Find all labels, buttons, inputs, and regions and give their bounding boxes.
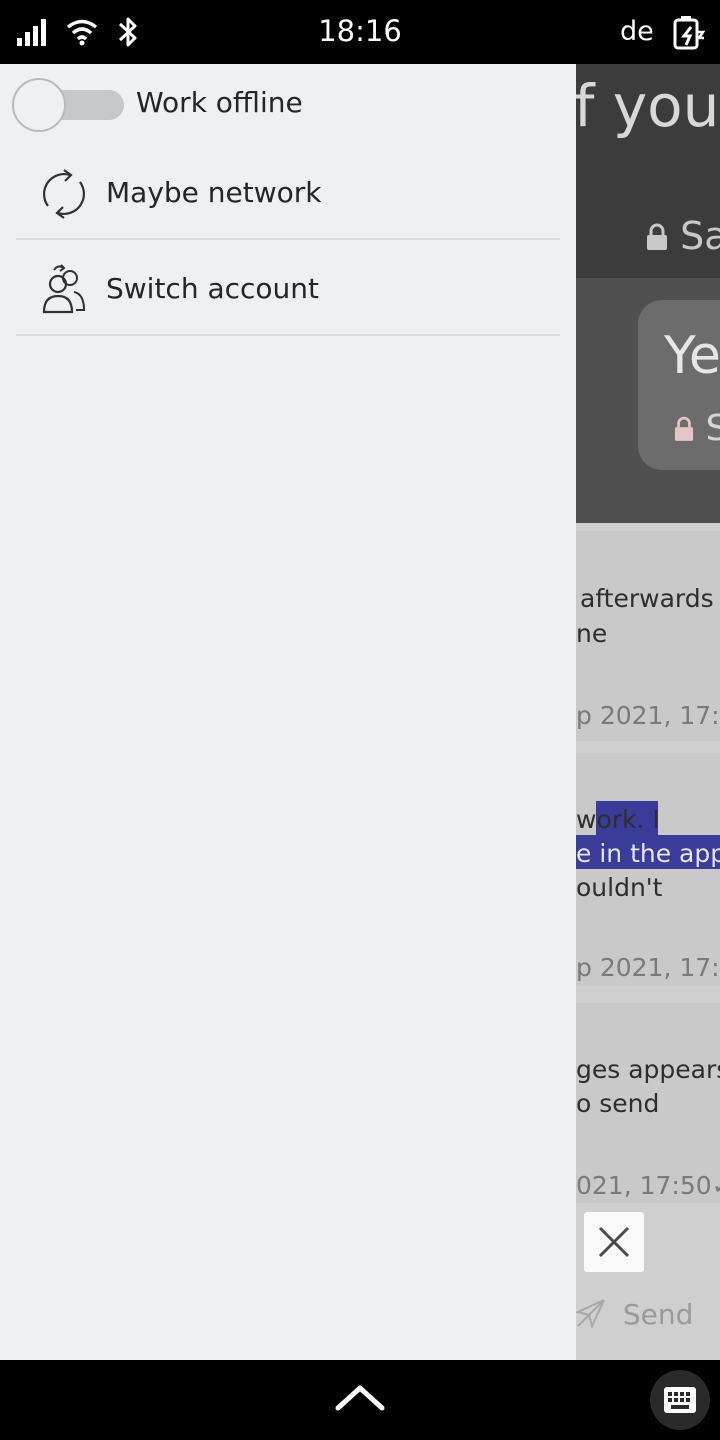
lock-icon xyxy=(674,416,694,441)
close-button[interactable] xyxy=(584,1212,644,1272)
message-text: ne xyxy=(576,619,608,648)
header-lock-text: Sa xyxy=(680,214,720,258)
message-text: work. I xyxy=(576,805,660,834)
message-bubble: Ye S xyxy=(638,300,720,470)
maybe-network-label: Maybe network xyxy=(106,176,322,209)
keyboard-icon xyxy=(664,1387,696,1413)
switch-account-label: Switch account xyxy=(106,272,320,305)
work-offline-toggle[interactable] xyxy=(12,78,124,132)
message-item: afterwards ne p 2021, 17:4 xyxy=(576,531,720,741)
message-text-selected: e in the app, xyxy=(576,839,720,868)
header-title-fragment: f you c xyxy=(576,72,720,140)
work-offline-label: Work offline xyxy=(136,86,303,119)
close-icon xyxy=(598,1226,630,1258)
keyboard-language: de xyxy=(620,16,654,47)
message-item: work. I e in the app, ouldn't p 2021, 17… xyxy=(576,753,720,985)
sent-check-icon: ✓ xyxy=(712,1171,720,1200)
message-time: p 2021, 17:4 xyxy=(576,953,720,982)
message-time: 021, 17:50 xyxy=(576,1171,712,1200)
send-label: Send xyxy=(622,1298,694,1331)
sync-icon xyxy=(43,169,85,219)
battery-charging-icon xyxy=(673,16,706,50)
navigation-bar xyxy=(0,1360,720,1440)
switch-account-icon xyxy=(42,264,86,314)
send-button[interactable]: Send xyxy=(575,1298,694,1331)
message-text: afterwards xyxy=(580,584,714,613)
lock-icon xyxy=(647,223,667,250)
clock: 18:16 xyxy=(318,14,402,48)
message-time: p 2021, 17:4 xyxy=(576,701,720,730)
bubble-text: Ye xyxy=(664,326,720,386)
message-text: ges appears xyxy=(576,1055,720,1084)
message-text: ouldn't xyxy=(576,873,663,902)
toggle-knob xyxy=(12,78,66,132)
conversation-header: f you c Sa xyxy=(576,64,720,278)
bubble-sub-text: S xyxy=(705,408,720,449)
keyboard-button[interactable] xyxy=(650,1370,710,1430)
account-drawer: Work offline Maybe network Switch accoun… xyxy=(0,64,576,1360)
chevron-up-icon[interactable] xyxy=(334,1382,386,1412)
send-icon xyxy=(575,1299,605,1329)
message-text: o send xyxy=(576,1089,660,1118)
menu-item-maybe-network[interactable]: Maybe network xyxy=(16,144,560,240)
menu-item-switch-account[interactable]: Switch account xyxy=(16,240,560,336)
background-conversation: f you c Sa Ye S afterwards ne p 2021, 17… xyxy=(576,64,720,1360)
status-bar: 18:16 de xyxy=(0,0,720,64)
message-item: ges appears o send 021, 17:50✓ xyxy=(576,1003,720,1203)
